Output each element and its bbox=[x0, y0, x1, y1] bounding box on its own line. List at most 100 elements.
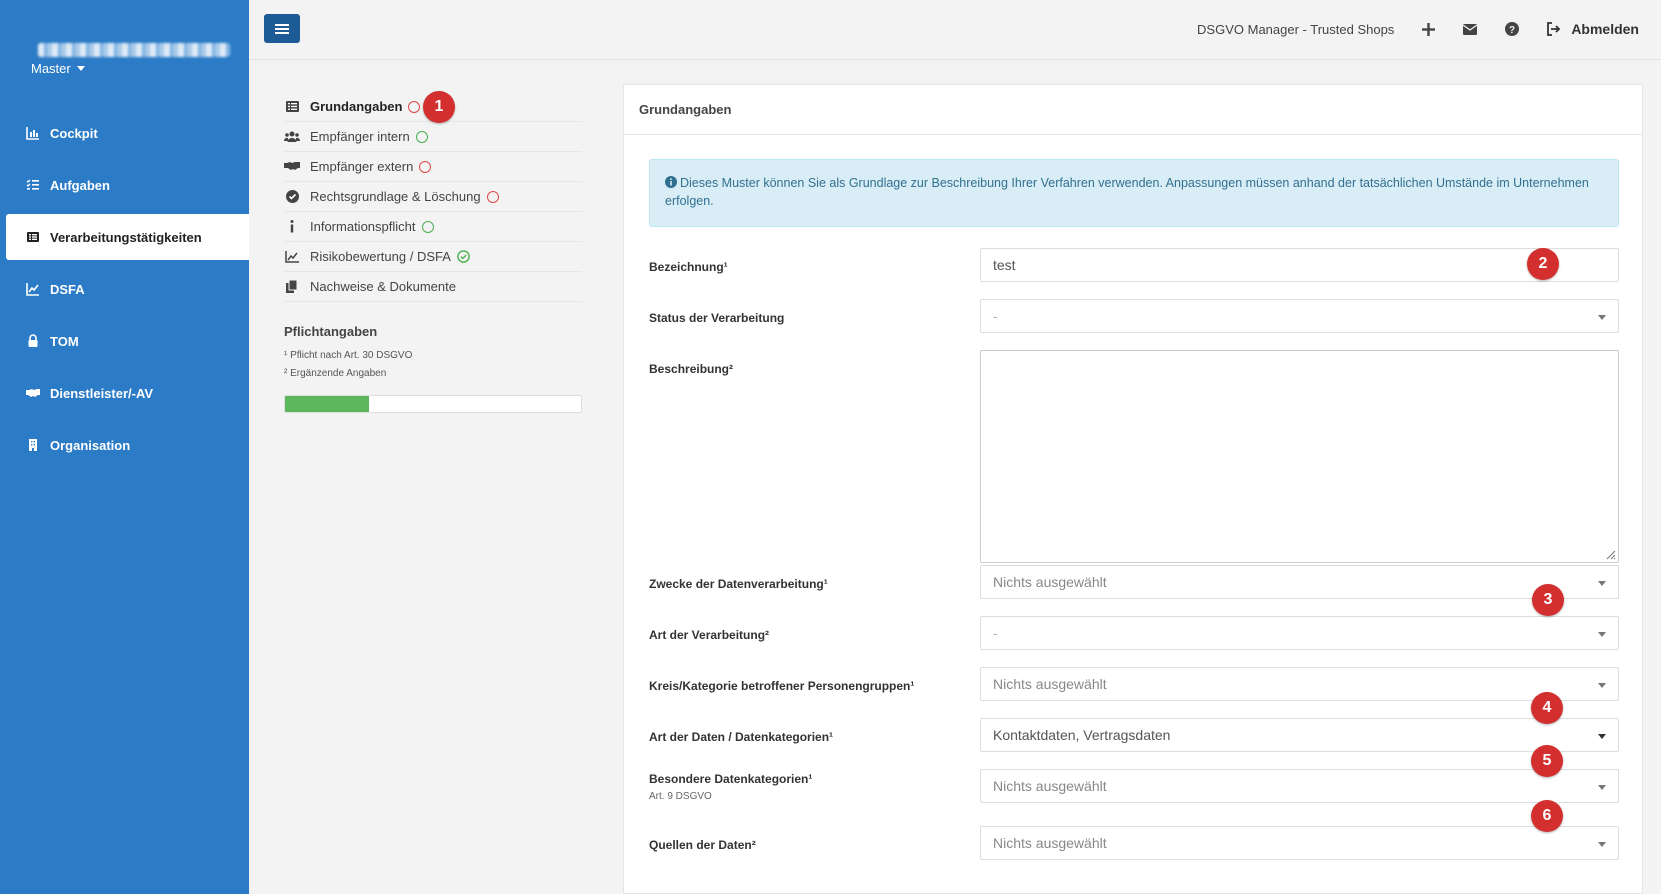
label-zwecke: Zwecke der Datenverarbeitung¹ bbox=[649, 577, 828, 591]
status-incomplete-icon bbox=[419, 160, 432, 173]
sidebar-item-label: Dienstleister/-AV bbox=[50, 385, 154, 401]
status-incomplete-icon bbox=[408, 100, 421, 113]
handshake-icon bbox=[26, 386, 40, 400]
section-item-empfaenger-extern[interactable]: Empfänger extern bbox=[284, 152, 582, 182]
sign-out-icon bbox=[1547, 22, 1561, 36]
status-select-value: - bbox=[993, 308, 998, 324]
quellen-multiselect[interactable]: Nichts ausgewählt bbox=[980, 826, 1619, 860]
caret-down-icon bbox=[1598, 683, 1606, 688]
section-item-nachweise[interactable]: Nachweise & Dokumente bbox=[284, 272, 582, 302]
caret-down-icon bbox=[1598, 734, 1606, 739]
besondere-multiselect-value: Nichts ausgewählt bbox=[993, 778, 1107, 794]
label-status: Status der Verarbeitung bbox=[649, 311, 785, 325]
caret-down-icon bbox=[1598, 315, 1606, 320]
callout-badge-4: 4 bbox=[1531, 692, 1563, 724]
plus-icon[interactable] bbox=[1420, 21, 1436, 37]
lock-icon bbox=[26, 334, 40, 348]
section-item-label: Nachweise & Dokumente bbox=[310, 279, 456, 294]
logout-label: Abmelden bbox=[1571, 21, 1639, 37]
section-item-risikobewertung[interactable]: Risikobewertung / DSFA bbox=[284, 242, 582, 272]
menu-toggle-button[interactable] bbox=[264, 14, 300, 43]
copy-icon bbox=[284, 279, 300, 295]
beschreibung-textarea[interactable] bbox=[980, 350, 1619, 563]
callout-badge-6: 6 bbox=[1531, 800, 1563, 832]
section-item-label: Rechtsgrundlage & Löschung bbox=[310, 189, 481, 204]
caret-down-icon bbox=[1598, 632, 1606, 637]
list-alt-icon bbox=[26, 230, 40, 244]
besondere-multiselect[interactable]: Nichts ausgewählt bbox=[980, 769, 1619, 803]
status-incomplete-icon bbox=[486, 190, 499, 203]
status-complete-icon bbox=[415, 130, 428, 143]
caret-down-icon bbox=[1598, 842, 1606, 847]
sidebar-item-cockpit[interactable]: Cockpit bbox=[0, 110, 249, 156]
tasks-icon bbox=[26, 178, 40, 192]
info-alert: Dieses Muster können Sie als Grundlage z… bbox=[649, 159, 1619, 227]
sidebar-item-label: DSFA bbox=[50, 281, 85, 297]
svg-text:?: ? bbox=[1509, 25, 1515, 36]
sidebar-item-dsfa[interactable]: DSFA bbox=[0, 266, 249, 312]
status-complete-icon bbox=[421, 220, 434, 233]
zwecke-multiselect-value: Nichts ausgewählt bbox=[993, 574, 1107, 590]
status-select[interactable]: - bbox=[980, 299, 1619, 333]
section-item-label: Risikobewertung / DSFA bbox=[310, 249, 451, 264]
master-label: Master bbox=[31, 61, 71, 76]
note-ergaenzend: ² Ergänzende Angaben bbox=[284, 368, 387, 379]
topbar-actions: DSGVO Manager - Trusted Shops ? Abmelden bbox=[1197, 0, 1639, 58]
art-daten-multiselect-value: Kontaktdaten, Vertragsdaten bbox=[993, 727, 1171, 743]
sidebar-item-aufgaben[interactable]: Aufgaben bbox=[0, 162, 249, 208]
chart-bar-icon bbox=[26, 126, 40, 140]
handshake-icon bbox=[284, 159, 300, 175]
label-kreis: Kreis/Kategorie betroffener Personengrup… bbox=[649, 679, 915, 693]
sidebar-item-label: Verarbeitungstätigkeiten bbox=[50, 229, 202, 245]
section-item-label: Empfänger extern bbox=[310, 159, 414, 174]
app-title: DSGVO Manager - Trusted Shops bbox=[1197, 21, 1395, 37]
sidebar-item-dienstleister[interactable]: Dienstleister/-AV bbox=[0, 370, 249, 416]
logout-button[interactable]: Abmelden bbox=[1546, 21, 1639, 37]
art-verarbeitung-select-value: - bbox=[993, 625, 998, 641]
kreis-multiselect[interactable]: Nichts ausgewählt bbox=[980, 667, 1619, 701]
art-verarbeitung-select[interactable]: - bbox=[980, 616, 1619, 650]
callout-badge-2: 2 bbox=[1527, 248, 1559, 280]
label-besondere: Besondere Datenkategorien¹ bbox=[649, 772, 813, 786]
info-icon bbox=[284, 219, 300, 235]
building-icon bbox=[26, 438, 40, 452]
list-alt-icon bbox=[284, 99, 300, 115]
help-icon[interactable]: ? bbox=[1504, 21, 1520, 37]
section-item-label: Empfänger intern bbox=[310, 129, 410, 144]
sidebar-item-tom[interactable]: TOM bbox=[0, 318, 249, 364]
master-dropdown[interactable]: Master bbox=[31, 61, 85, 76]
kreis-multiselect-value: Nichts ausgewählt bbox=[993, 676, 1107, 692]
section-item-empfaenger-intern[interactable]: Empfänger intern bbox=[284, 122, 582, 152]
resize-grip-icon[interactable] bbox=[1604, 548, 1616, 560]
info-circle-icon bbox=[665, 176, 677, 188]
caret-down-icon bbox=[1598, 785, 1606, 790]
users-icon bbox=[284, 129, 300, 145]
check-circle-icon bbox=[284, 189, 300, 205]
envelope-icon[interactable] bbox=[1462, 21, 1478, 37]
brand-logo-blurred bbox=[38, 43, 230, 57]
sidebar-item-verarbeitungstaetigkeiten[interactable]: Verarbeitungstätigkeiten bbox=[6, 214, 249, 260]
section-item-label: Grundangaben bbox=[310, 99, 403, 114]
chart-line-icon bbox=[26, 282, 40, 296]
pflichtangaben-notes: ¹ Pflicht nach Art. 30 DSGVO ² Ergänzend… bbox=[284, 347, 582, 383]
main-panel: Grundangaben Dieses Muster können Sie al… bbox=[623, 84, 1643, 894]
label-besondere-sub: Art. 9 DSGVO bbox=[649, 791, 712, 802]
status-check-icon bbox=[457, 250, 470, 263]
caret-down-icon bbox=[1598, 581, 1606, 586]
topbar: DSGVO Manager - Trusted Shops ? Abmelden bbox=[249, 0, 1661, 60]
section-item-rechtsgrundlage[interactable]: Rechtsgrundlage & Löschung bbox=[284, 182, 582, 212]
art-daten-multiselect[interactable]: Kontaktdaten, Vertragsdaten bbox=[980, 718, 1619, 752]
sidebar-item-label: TOM bbox=[50, 333, 79, 349]
label-art-daten: Art der Daten / Datenkategorien¹ bbox=[649, 730, 834, 744]
zwecke-multiselect[interactable]: Nichts ausgewählt bbox=[980, 565, 1619, 599]
bezeichnung-input[interactable]: test bbox=[980, 248, 1619, 282]
section-item-informationspflicht[interactable]: Informationspflicht bbox=[284, 212, 582, 242]
sidebar-item-organisation[interactable]: Organisation bbox=[0, 422, 249, 468]
pflichtangaben-heading: Pflichtangaben bbox=[284, 324, 378, 339]
info-alert-text: Dieses Muster können Sie als Grundlage z… bbox=[665, 176, 1589, 208]
panel-title: Grundangaben bbox=[624, 85, 1642, 135]
quellen-multiselect-value: Nichts ausgewählt bbox=[993, 835, 1107, 851]
callout-badge-3: 3 bbox=[1532, 584, 1564, 616]
completion-progress-bar bbox=[284, 395, 582, 413]
chevron-down-icon bbox=[76, 66, 85, 71]
